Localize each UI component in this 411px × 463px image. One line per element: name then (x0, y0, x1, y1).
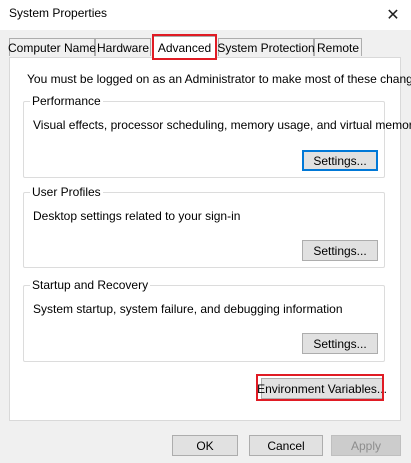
tab-remote[interactable]: Remote (314, 38, 362, 56)
user-profiles-title: User Profiles (30, 185, 103, 199)
startup-recovery-settings-button[interactable]: Settings... (302, 333, 378, 354)
user-profiles-description: Desktop settings related to your sign-in (33, 209, 241, 223)
ok-button[interactable]: OK (172, 435, 238, 456)
startup-recovery-description: System startup, system failure, and debu… (33, 302, 343, 316)
cancel-button[interactable]: Cancel (249, 435, 323, 456)
apply-button[interactable]: Apply (331, 435, 401, 456)
environment-variables-button[interactable]: Environment Variables... (257, 378, 387, 399)
admin-notice: You must be logged on as an Administrato… (27, 72, 411, 86)
startup-recovery-group: Startup and Recovery System startup, sys… (23, 278, 385, 362)
title-bar: System Properties ✕ (0, 0, 411, 30)
advanced-panel: You must be logged on as an Administrato… (9, 57, 411, 421)
performance-group: Performance Visual effects, processor sc… (23, 94, 411, 178)
tab-hardware[interactable]: Hardware (95, 38, 151, 56)
user-profiles-group: User Profiles Desktop settings related t… (23, 185, 385, 268)
performance-title: Performance (30, 94, 103, 108)
performance-settings-button[interactable]: Settings... (302, 150, 378, 171)
tab-computer-name[interactable]: Computer Name (8, 38, 96, 56)
close-icon[interactable]: ✕ (375, 0, 411, 30)
startup-recovery-title: Startup and Recovery (30, 278, 151, 292)
performance-description: Visual effects, processor scheduling, me… (33, 118, 411, 132)
tab-system-protection[interactable]: System Protection (217, 38, 315, 56)
window-title: System Properties (9, 6, 108, 20)
tab-advanced[interactable]: Advanced (152, 36, 217, 59)
user-profiles-settings-button[interactable]: Settings... (302, 240, 378, 261)
